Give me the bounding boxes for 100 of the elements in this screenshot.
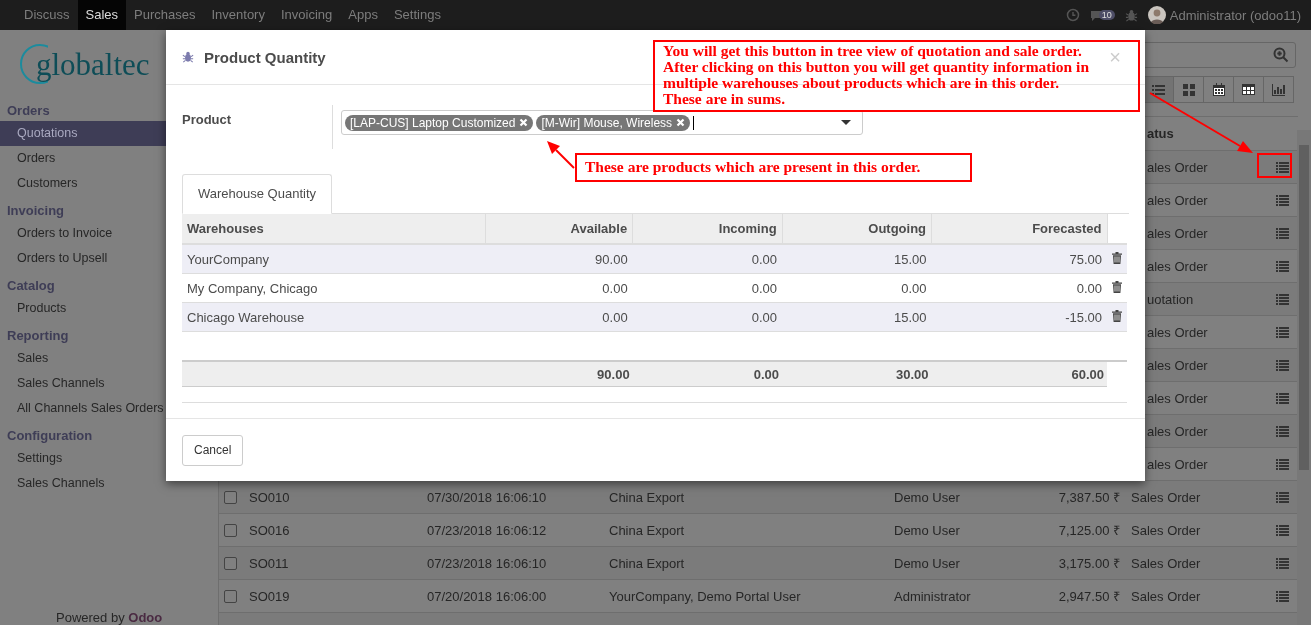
list-icon[interactable] (1276, 590, 1289, 602)
app-menu-item[interactable]: Discuss (16, 0, 78, 30)
list-icon[interactable] (1276, 161, 1289, 173)
sidebar-item[interactable]: Orders to Upsell (0, 246, 166, 271)
list-icon[interactable] (1276, 260, 1289, 272)
sidebar-item[interactable]: All Channels Sales Orders (0, 396, 166, 421)
table-cell-text: ales Order (1146, 324, 1209, 340)
cancel-button[interactable]: Cancel (182, 434, 244, 466)
table-cell: 75.00 (931, 244, 1107, 274)
table-cell-text: 07/20/2018 16:06:00 (426, 588, 548, 604)
app-menu-item[interactable]: Sales (77, 0, 127, 30)
table-cell: 0.00 (931, 273, 1107, 303)
grid-icon (1182, 83, 1195, 96)
bug-icon[interactable] (1124, 8, 1138, 22)
list-icon[interactable] (1276, 491, 1289, 503)
sidebar-item[interactable]: Settings (0, 446, 166, 471)
tab[interactable]: Warehouse Quantity (182, 174, 333, 214)
sidebar-item[interactable]: Orders (0, 146, 166, 171)
sidebar-item[interactable]: Sales Channels (0, 471, 166, 496)
table-cell-text: uotation (1146, 291, 1195, 307)
list-icon[interactable] (1276, 458, 1289, 470)
calendar-view-button[interactable] (1203, 76, 1234, 103)
menu-section-title: Invoicing (6, 202, 66, 220)
menu-section-title: Configuration (6, 427, 94, 445)
list-icon[interactable] (1276, 194, 1289, 206)
table-cell-text: China Export (608, 489, 686, 505)
dialog-title: Product Quantity (204, 48, 326, 66)
table-cell-text: YourCompany, Demo Portal User (608, 588, 802, 604)
list-icon[interactable] (1276, 293, 1289, 305)
pivot-view-button[interactable] (1233, 76, 1264, 103)
table-cell-text: Administrator (893, 588, 972, 604)
column-header[interactable]: Forecasted (931, 214, 1107, 244)
table-cell-text: ales Order (1146, 225, 1209, 241)
row-checkbox[interactable] (224, 490, 237, 504)
list-icon[interactable] (1276, 359, 1289, 371)
table-cell-text: SO016 (248, 522, 291, 538)
table-cell-text: ales Order (1146, 456, 1209, 472)
table-cell-text: SO011 (248, 555, 290, 571)
app-menu-item[interactable]: Apps (340, 0, 386, 30)
app-menu-item[interactable]: Purchases (126, 0, 204, 30)
product-tag: [M-Wir] Mouse, Wireless (536, 114, 691, 131)
total-cell: 60.00 (931, 361, 1107, 387)
table-cell-text: Demo User (893, 522, 961, 538)
row-checkbox[interactable] (224, 589, 237, 603)
sidebar-item[interactable]: Quotations (0, 121, 166, 146)
remove-icon[interactable] (676, 118, 686, 127)
list-icon[interactable] (1276, 227, 1289, 239)
app-menu-item[interactable]: Inventory (203, 0, 273, 30)
table-cell-text: 2,947.50 ₹ (1057, 588, 1121, 605)
trash-icon[interactable] (1112, 280, 1122, 293)
column-header[interactable]: Warehouses (182, 214, 486, 244)
table-cell: 0.00 (632, 273, 783, 303)
column-header[interactable]: Available (485, 214, 633, 244)
table-cell-text: Demo User (893, 555, 961, 571)
table-cell-text: 3,175.00 ₹ (1057, 555, 1121, 572)
list-icon[interactable] (1276, 425, 1289, 437)
bar-chart-icon (1272, 83, 1285, 96)
table-cell-text: ales Order (1146, 159, 1209, 175)
list-icon[interactable] (1276, 326, 1289, 338)
table-cell: 15.00 (782, 244, 932, 274)
trash-icon[interactable] (1112, 251, 1122, 264)
scrollbar[interactable] (1297, 130, 1311, 625)
table-cell: 0.00 (782, 273, 932, 303)
user-menu[interactable]: Administrator (odoo11) (1169, 7, 1301, 23)
row-checkbox[interactable] (224, 523, 237, 537)
column-header[interactable]: Incoming (632, 214, 783, 244)
table-cell-text: ales Order (1146, 258, 1209, 274)
table-cell-text: ales Order (1146, 423, 1209, 439)
remove-icon[interactable] (519, 118, 529, 127)
clock-icon[interactable] (1065, 8, 1080, 22)
bug-icon (182, 51, 194, 63)
sidebar-item[interactable]: Sales (0, 346, 166, 371)
table-cell-text: 07/23/2018 16:06:10 (426, 555, 548, 571)
total-cell: 30.00 (782, 361, 932, 387)
sidebar-item[interactable]: Products (0, 296, 166, 321)
menu-section-title: Orders (6, 102, 51, 120)
trash-icon[interactable] (1112, 309, 1122, 322)
column-header[interactable]: Outgoing (782, 214, 932, 244)
sidebar-item[interactable]: Orders to Invoice (0, 221, 166, 246)
row-checkbox[interactable] (224, 556, 237, 570)
search-icon[interactable] (1273, 47, 1289, 63)
menu-section-title: Reporting (6, 327, 70, 345)
app-menu-item[interactable]: Settings (385, 0, 449, 30)
list-icon[interactable] (1276, 524, 1289, 536)
sidebar-item[interactable]: Customers (0, 171, 166, 196)
table-cell: 15.00 (782, 302, 932, 332)
table-cell-text: Demo User (893, 489, 961, 505)
table-cell: 0.00 (632, 302, 783, 332)
table-cell: 90.00 (485, 244, 633, 274)
list-icon[interactable] (1276, 557, 1289, 569)
sidebar-item[interactable]: Sales Channels (0, 371, 166, 396)
product-field[interactable]: [LAP-CUS] Laptop Customized [M-Wir] Mouse, Wireless (341, 110, 863, 135)
list-icon[interactable] (1276, 392, 1289, 404)
table-cell-text: Sales Order (1130, 588, 1202, 604)
app-menu-item[interactable]: Invoicing (272, 0, 341, 30)
table-cell-text: 7,125.00 ₹ (1057, 522, 1121, 539)
caret-icon[interactable] (841, 119, 851, 126)
table-cell-text: China Export (608, 555, 686, 571)
table-cell-text: China Export (608, 522, 686, 538)
avatar-icon[interactable] (1147, 6, 1166, 24)
